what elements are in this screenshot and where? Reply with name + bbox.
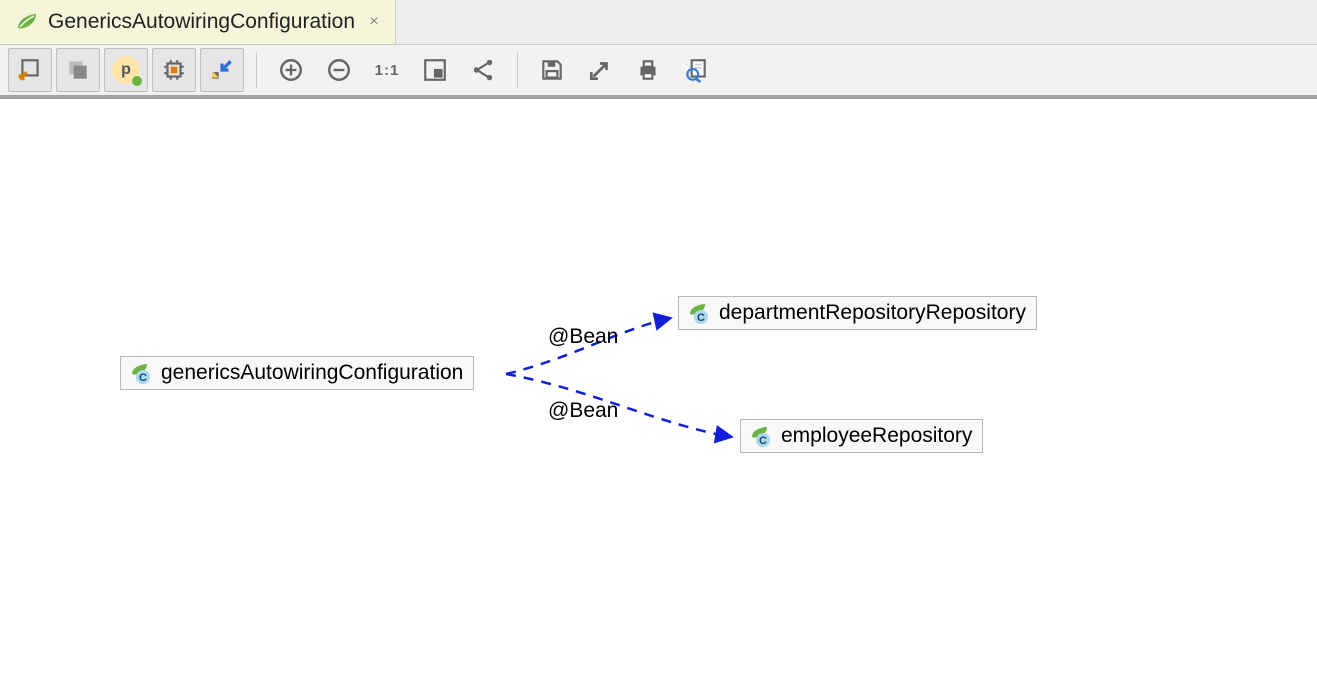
tab-generics-autowiring[interactable]: GenericsAutowiringConfiguration ×: [0, 0, 396, 44]
tab-title: GenericsAutowiringConfiguration: [48, 10, 355, 34]
bean-class-icon: C: [749, 424, 773, 448]
node-department-repository[interactable]: C departmentRepositoryRepository: [678, 296, 1037, 330]
edge-label-bean-2: @Bean: [548, 399, 618, 423]
tab-close-button[interactable]: ×: [365, 13, 383, 31]
node-label: genericsAutowiringConfiguration: [161, 361, 463, 385]
svg-text:C: C: [697, 312, 705, 324]
zoom-out-button[interactable]: [317, 48, 361, 92]
back-to-code-button[interactable]: [8, 48, 52, 92]
layout-button[interactable]: [461, 48, 505, 92]
node-generics-autowiring-configuration[interactable]: C genericsAutowiringConfiguration: [120, 356, 474, 390]
bean-class-icon: C: [129, 361, 153, 385]
zoom-in-button[interactable]: [269, 48, 313, 92]
bean-profile-button[interactable]: p: [104, 48, 148, 92]
tab-bar: GenericsAutowiringConfiguration ×: [0, 0, 1317, 45]
bean-class-icon: C: [687, 301, 711, 325]
zoom-actual-button[interactable]: 1:1: [365, 48, 409, 92]
diagram-canvas[interactable]: @Bean @Bean C genericsAutowiringConfigur…: [0, 99, 1317, 678]
node-label: departmentRepositoryRepository: [719, 301, 1026, 325]
stack-button[interactable]: [56, 48, 100, 92]
node-employee-repository[interactable]: C employeeRepository: [740, 419, 983, 453]
open-external-button[interactable]: [578, 48, 622, 92]
spring-icon: [14, 12, 38, 32]
inspect-button[interactable]: [674, 48, 718, 92]
print-button[interactable]: [626, 48, 670, 92]
toolbar: p 1:1: [0, 45, 1317, 99]
edge-label-bean-1: @Bean: [548, 325, 618, 349]
shrink-button[interactable]: [200, 48, 244, 92]
svg-text:C: C: [139, 372, 147, 384]
chip-button[interactable]: [152, 48, 196, 92]
svg-text:C: C: [759, 435, 767, 447]
node-label: employeeRepository: [781, 424, 972, 448]
save-button[interactable]: [530, 48, 574, 92]
fit-content-button[interactable]: [413, 48, 457, 92]
toolbar-separator: [256, 52, 257, 88]
toolbar-separator: [517, 52, 518, 88]
